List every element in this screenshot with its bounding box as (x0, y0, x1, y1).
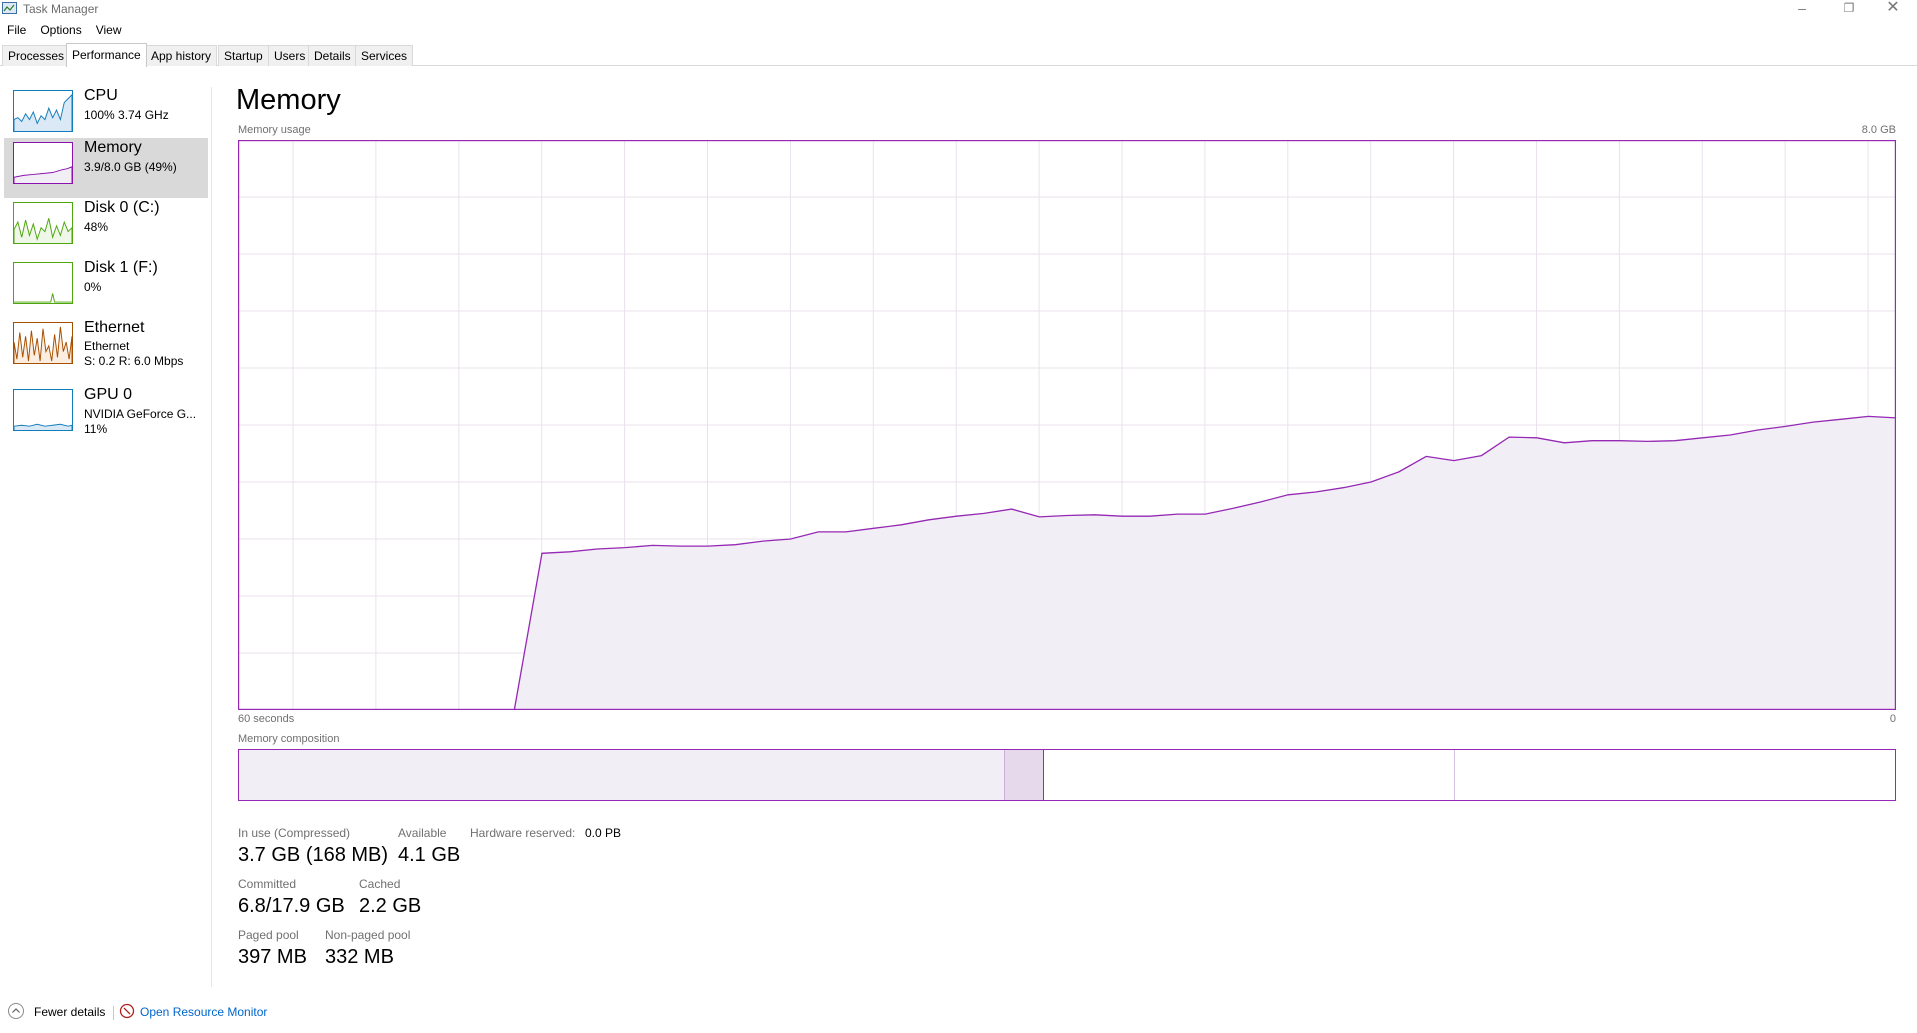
chevron-up-icon (8, 1003, 24, 1019)
gpu-thumbnail (13, 389, 73, 431)
composition-free[interactable] (1455, 750, 1895, 800)
composition-in-use[interactable] (239, 750, 1004, 800)
sidebar-item-detail: 100% 3.74 GHz (84, 108, 169, 122)
sidebar-item-throughput: S: 0.2 R: 6.0 Mbps (84, 354, 184, 368)
close-button[interactable]: ✕ (1873, 0, 1913, 19)
tab-processes[interactable]: Processes (2, 45, 71, 66)
memory-usage-area (238, 416, 1896, 710)
tab-app-history[interactable]: App history (145, 45, 218, 66)
memory-usage-graph (238, 140, 1896, 710)
window-title: Task Manager (23, 2, 99, 16)
disk-1-thumbnail (13, 262, 73, 304)
non-paged-pool-label: Non-paged pool (325, 928, 411, 942)
sidebar-item-cpu[interactable]: CPU 100% 3.74 GHz (4, 86, 208, 146)
time-axis-start: 60 seconds (238, 713, 295, 725)
menu-bar: File Options View (0, 21, 129, 40)
tab-users[interactable]: Users (268, 45, 312, 66)
memory-composition-bar (238, 749, 1896, 801)
sidebar-item-memory[interactable]: Memory 3.9/8.0 GB (49%) (4, 138, 208, 198)
cpu-thumbnail (13, 90, 73, 132)
committed-label: Committed (238, 877, 297, 891)
page-title: Memory (236, 84, 341, 116)
paged-pool-value: 397 MB (238, 946, 307, 968)
paged-pool-label: Paged pool (238, 928, 299, 942)
menu-file[interactable]: File (0, 21, 33, 40)
sidebar-item-detail: Ethernet (84, 339, 130, 353)
cached-label: Cached (359, 877, 401, 891)
tab-startup[interactable]: Startup (218, 45, 269, 66)
sidebar-item-detail: 3.9/8.0 GB (49%) (84, 160, 177, 174)
time-axis-end: 0 (1889, 713, 1896, 725)
tab-performance[interactable]: Performance (66, 43, 147, 67)
title-bar: Task Manager – ❐ ✕ (0, 0, 1917, 19)
sidebar-item-name: GPU 0 (84, 386, 133, 403)
memory-usage-label: Memory usage (238, 124, 311, 136)
sidebar-item-disk-1[interactable]: Disk 1 (F:) 0% (4, 258, 208, 318)
memory-usage-max: 8.0 GB (1861, 124, 1896, 136)
disk-0-thumbnail (13, 202, 73, 244)
sidebar-item-ethernet[interactable]: Ethernet Ethernet S: 0.2 R: 6.0 Mbps (4, 318, 208, 378)
hardware-reserved-value: 0.0 PB (585, 826, 622, 840)
sidebar-item-usage: 11% (84, 422, 108, 436)
ethernet-thumbnail (13, 322, 73, 364)
memory-composition-label: Memory composition (238, 733, 340, 745)
hardware-reserved-label: Hardware reserved: (470, 826, 576, 840)
sidebar-item-disk-0[interactable]: Disk 0 (C:) 48% (4, 198, 208, 258)
sidebar-item-gpu[interactable]: GPU 0 NVIDIA GeForce G... 11% (4, 385, 208, 445)
in-use-label: In use (Compressed) (238, 826, 351, 840)
sidebar-item-detail: 0% (84, 280, 102, 294)
task-manager-icon (2, 2, 17, 14)
cached-value: 2.2 GB (359, 895, 422, 917)
in-use-value: 3.7 GB (168 MB) (238, 844, 389, 866)
sidebar-item-detail: NVIDIA GeForce G... (84, 407, 197, 421)
sidebar-item-name: Ethernet (84, 319, 145, 336)
tab-services[interactable]: Services (355, 45, 414, 66)
restore-button[interactable]: ❐ (1829, 0, 1869, 19)
tab-details[interactable]: Details (308, 45, 357, 66)
resource-monitor-icon (119, 1003, 135, 1019)
menu-options[interactable]: Options (33, 21, 88, 40)
menu-view[interactable]: View (89, 21, 129, 40)
footer-separator (113, 1006, 114, 1020)
sidebar-item-name: CPU (84, 87, 118, 104)
sidebar-item-name: Disk 1 (F:) (84, 259, 158, 276)
minimize-button[interactable]: – (1782, 0, 1822, 19)
fewer-details-label: Fewer details (34, 1005, 106, 1019)
tab-strip: Processes Performance App history Startu… (0, 43, 1917, 67)
sidebar-divider (211, 87, 212, 987)
open-resource-monitor-label: Open Resource Monitor (140, 1005, 268, 1019)
committed-value: 6.8/17.9 GB (238, 895, 345, 917)
composition-modified[interactable] (1004, 750, 1044, 800)
performance-sidebar: CPU 100% 3.74 GHz Memory 3.9/8.0 GB (49%… (0, 67, 212, 987)
sidebar-item-detail: 48% (84, 220, 109, 234)
memory-thumbnail (13, 142, 73, 184)
sidebar-item-name: Memory (84, 139, 142, 156)
non-paged-pool-value: 332 MB (325, 946, 394, 968)
composition-standby[interactable] (1044, 750, 1455, 800)
sidebar-item-name: Disk 0 (C:) (84, 199, 160, 216)
available-label: Available (398, 826, 447, 840)
available-value: 4.1 GB (398, 844, 461, 866)
